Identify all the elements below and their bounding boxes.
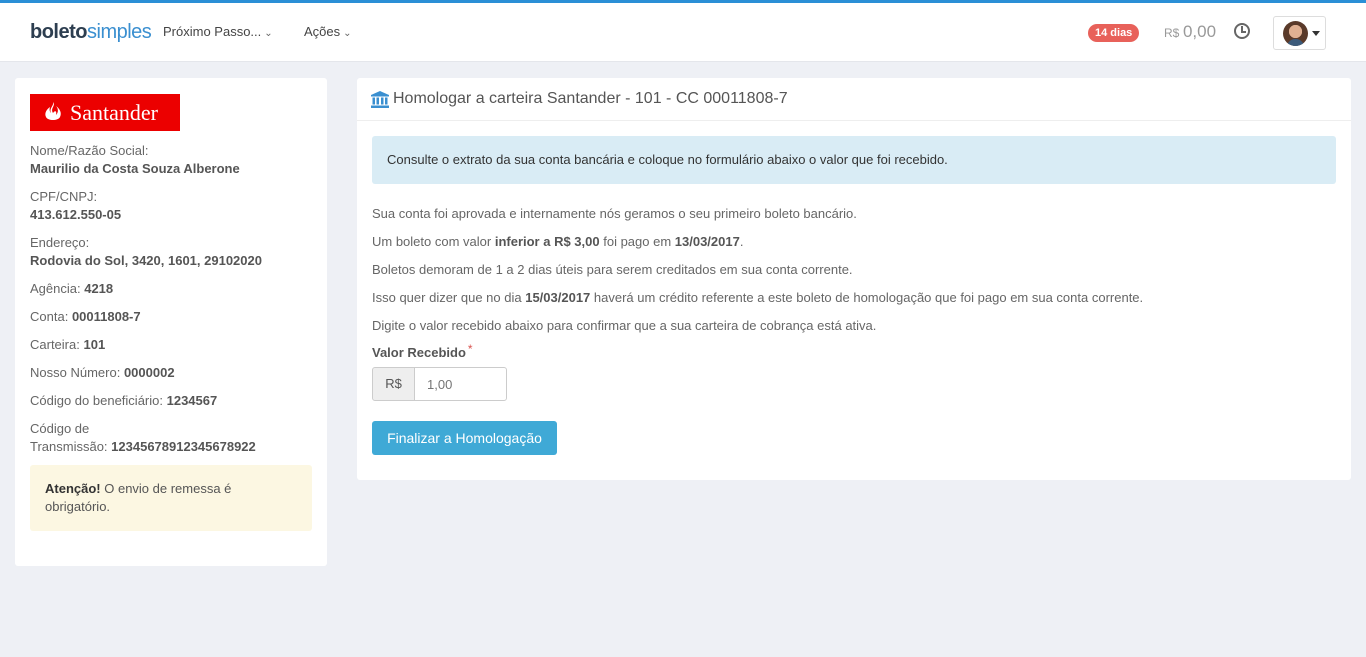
nav-actions[interactable]: Ações ⌄ — [304, 24, 352, 39]
field-wallet: Carteira: 101 — [30, 337, 106, 352]
remessa-warning: Atenção! O envio de remessa é obrigatóri… — [30, 465, 312, 531]
value-received-input[interactable] — [414, 367, 507, 401]
field-cpf: CPF/CNPJ: 413.612.550-05 — [30, 189, 122, 222]
avatar — [1283, 21, 1308, 46]
nav-next-step[interactable]: Próximo Passo... ⌄ — [163, 24, 273, 39]
info-alert: Consulte o extrato da sua conta bancária… — [372, 136, 1336, 184]
panel-header: Homologar a carteira Santander - 101 - C… — [357, 78, 1351, 121]
field-agency: Agência: 4218 — [30, 281, 114, 296]
user-menu-button[interactable] — [1273, 16, 1326, 50]
flame-icon — [45, 102, 61, 120]
paragraph-instructions: Digite o valor recebido abaixo para conf… — [372, 318, 877, 333]
field-beneficiary-code: Código do beneficiário: 1234567 — [30, 393, 218, 408]
navbar: boletosimples Próximo Passo... ⌄ Ações ⌄ 1… — [0, 3, 1366, 62]
field-our-number: Nosso Número: 0000002 — [30, 365, 175, 380]
santander-logo: Santander — [30, 94, 180, 131]
paragraph-credit-date: Isso quer dizer que no dia 15/03/2017 ha… — [372, 290, 1144, 305]
field-transmission-code: Código de Transmissão: 12345678912345678… — [30, 421, 256, 454]
field-account: Conta: 00011808-7 — [30, 309, 141, 324]
page-title: Homologar a carteira Santander - 101 - C… — [393, 90, 788, 107]
homologation-panel: Homologar a carteira Santander - 101 - C… — [357, 78, 1351, 480]
chevron-down-icon: ⌄ — [264, 28, 273, 39]
finish-homologation-button[interactable]: Finalizar a Homologação — [372, 421, 557, 455]
caret-down-icon — [1312, 31, 1320, 36]
field-name: Nome/Razão Social: Maurilio da Costa Sou… — [30, 143, 240, 176]
value-received-label: Valor Recebido * — [372, 342, 473, 360]
trial-days-badge[interactable]: 14 dias — [1088, 24, 1140, 42]
bank-details-panel: Santander Nome/Razão Social: Maurilio da… — [15, 78, 327, 566]
field-address: Endereço: Rodovia do Sol, 3420, 1601, 29… — [30, 235, 262, 268]
paragraph-boleto-value: Um boleto com valor inferior a R$ 3,00 f… — [372, 234, 744, 249]
chevron-down-icon: ⌄ — [343, 28, 352, 39]
clock-icon[interactable] — [1234, 23, 1250, 39]
value-input-group: R$ — [372, 367, 507, 401]
bank-icon — [371, 91, 389, 108]
currency-addon: R$ — [372, 367, 415, 401]
app-logo[interactable]: boletosimples — [30, 21, 152, 44]
account-balance[interactable]: R$ 0,00 — [1164, 22, 1216, 42]
paragraph-delay: Boletos demoram de 1 a 2 dias úteis para… — [372, 262, 853, 277]
paragraph-approved: Sua conta foi aprovada e internamente nó… — [372, 206, 857, 221]
